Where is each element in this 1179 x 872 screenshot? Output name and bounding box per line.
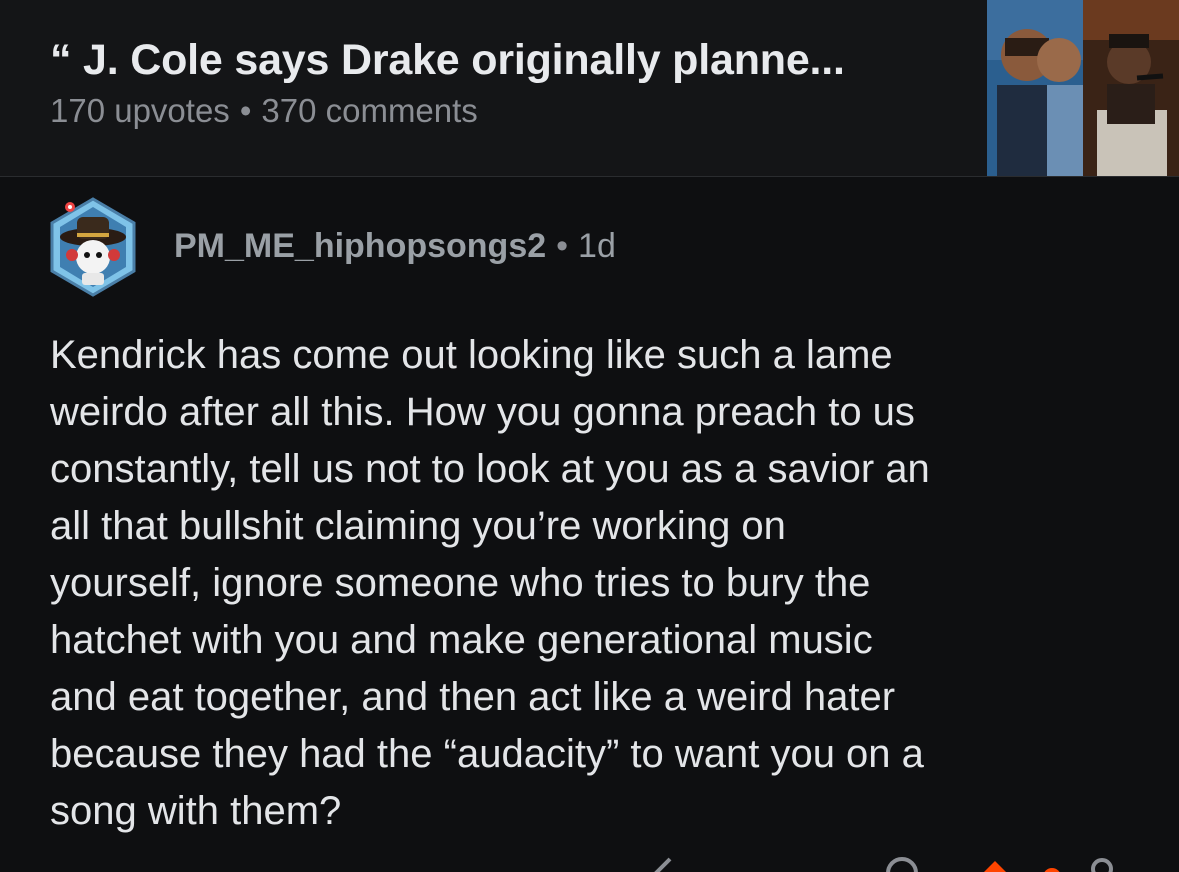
reply-icon[interactable] <box>654 857 672 872</box>
comment-count: 370 comments <box>261 92 478 129</box>
post-meta: 170 upvotes • 370 comments <box>50 92 478 130</box>
meta-separator: • <box>556 227 569 265</box>
avatar-graphic <box>50 197 136 297</box>
award-icon[interactable] <box>886 857 918 872</box>
comment: PM_ME_hiphopsongs2 • 1d Kendrick has come … <box>0 177 1179 872</box>
post-title[interactable]: “ J. Cole says Drake originally planne..… <box>50 36 845 85</box>
post-header[interactable]: “ J. Cole says Drake originally planne..… <box>0 0 1179 177</box>
upvote-icon[interactable] <box>975 861 1061 872</box>
more-options-icon[interactable] <box>1091 858 1113 872</box>
post-thumbnail-image[interactable] <box>987 0 1179 176</box>
upvote-count: 170 upvotes <box>50 92 230 129</box>
action-icons <box>654 857 1113 872</box>
snoo-avatar-icon[interactable] <box>50 197 136 297</box>
comment-meta: PM_ME_hiphopsongs2 • 1d <box>174 227 616 266</box>
comment-body: Kendrick has come out looking like such … <box>50 333 930 833</box>
comment-action-bar <box>640 857 1160 872</box>
comment-age: 1d <box>578 227 616 265</box>
comment-username[interactable]: PM_ME_hiphopsongs2 <box>174 227 546 265</box>
thumbnail-graphic <box>987 0 1179 176</box>
meta-separator: • <box>239 92 252 129</box>
